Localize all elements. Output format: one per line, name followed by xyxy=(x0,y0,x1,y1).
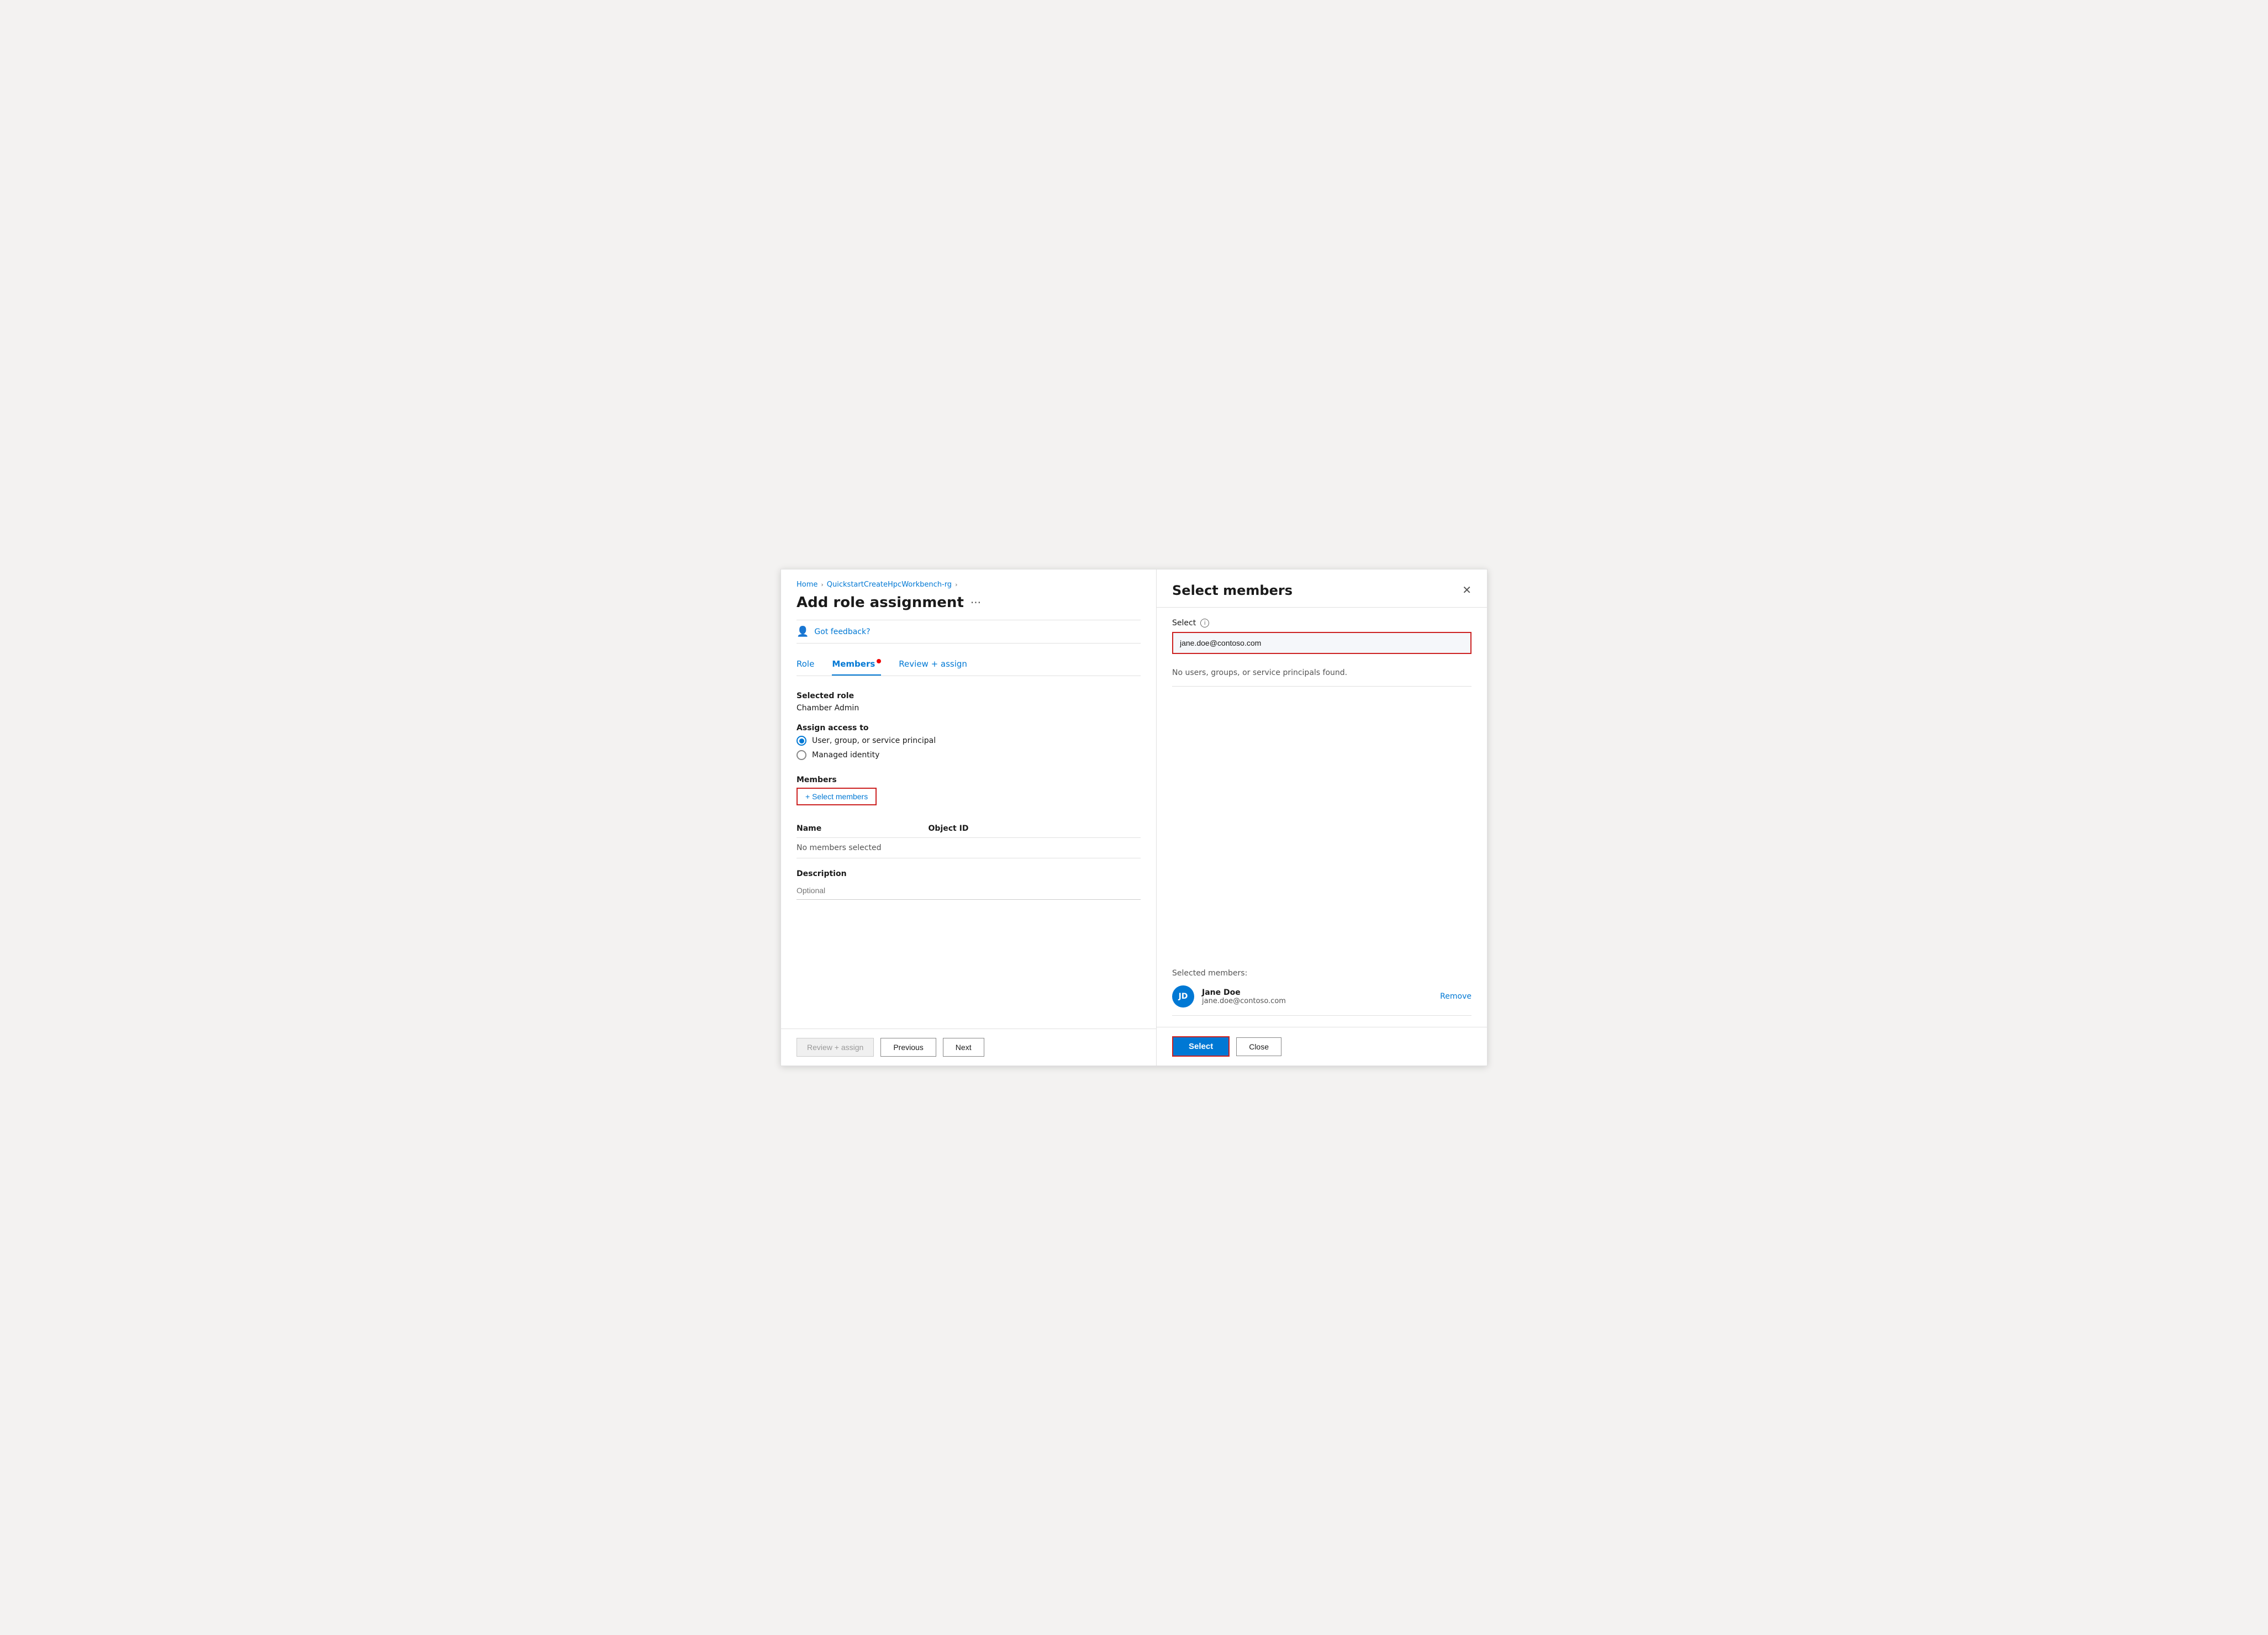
breadcrumb-chevron-1: › xyxy=(821,581,823,588)
left-panel: Home › QuickstartCreateHpcWorkbench-rg ›… xyxy=(781,569,1157,1066)
radio-managed-identity-label: Managed identity xyxy=(812,751,879,760)
col-name: Name xyxy=(797,820,929,838)
select-label-row: Select i xyxy=(1172,619,1471,627)
member-info: Jane Doe jane.doe@contoso.com xyxy=(1202,988,1432,1005)
panel-title: Select members xyxy=(1172,583,1293,598)
radio-user-group-circle[interactable] xyxy=(797,736,806,746)
members-label: Members xyxy=(797,776,1141,784)
assign-access-label: Assign access to xyxy=(797,724,1141,732)
previous-button[interactable]: Previous xyxy=(880,1038,936,1057)
members-dot xyxy=(877,659,881,663)
member-name: Jane Doe xyxy=(1202,988,1432,997)
selected-members-section: Selected members: JD Jane Doe jane.doe@c… xyxy=(1172,969,1471,1016)
tab-role[interactable]: Role xyxy=(797,655,814,676)
panel-header: Select members ✕ xyxy=(1157,569,1487,608)
tab-members[interactable]: Members xyxy=(832,655,881,676)
feedback-text: Got feedback? xyxy=(814,627,870,636)
page-header: Add role assignment ··· xyxy=(797,594,1141,611)
no-results-message: No users, groups, or service principals … xyxy=(1172,663,1471,687)
page-title: Add role assignment xyxy=(797,594,964,611)
tabs: Role Members Review + assign xyxy=(797,655,1141,676)
select-members-button[interactable]: + Select members xyxy=(797,788,877,805)
member-email: jane.doe@contoso.com xyxy=(1202,997,1432,1005)
panel-footer: Select Close xyxy=(1157,1027,1487,1066)
selected-role-label: Selected role xyxy=(797,692,1141,700)
remove-link[interactable]: Remove xyxy=(1440,992,1471,1001)
next-button[interactable]: Next xyxy=(943,1038,984,1057)
review-assign-button: Review + assign xyxy=(797,1038,874,1057)
breadcrumb-home[interactable]: Home xyxy=(797,581,817,589)
breadcrumb: Home › QuickstartCreateHpcWorkbench-rg › xyxy=(781,569,1156,594)
radio-managed-identity-circle[interactable] xyxy=(797,750,806,760)
close-icon[interactable]: ✕ xyxy=(1462,585,1471,596)
breadcrumb-resource-group[interactable]: QuickstartCreateHpcWorkbench-rg xyxy=(827,581,952,589)
more-options-icon[interactable]: ··· xyxy=(971,596,981,609)
radio-user-group-label: User, group, or service principal xyxy=(812,736,936,745)
feedback-icon: 👤 xyxy=(797,626,809,637)
left-footer: Review + assign Previous Next xyxy=(781,1029,1156,1066)
select-button[interactable]: Select xyxy=(1172,1036,1230,1057)
select-label: Select xyxy=(1172,619,1196,627)
search-input-wrapper xyxy=(1172,632,1471,654)
col-objectid: Object ID xyxy=(929,820,1141,838)
selected-role-value: Chamber Admin xyxy=(797,704,1141,713)
right-panel: Select members ✕ Select i No users, grou… xyxy=(1157,569,1487,1066)
search-input[interactable] xyxy=(1173,633,1470,653)
radio-managed-identity[interactable]: Managed identity xyxy=(797,750,1141,760)
table-row-empty: No members selected xyxy=(797,838,1141,858)
breadcrumb-chevron-2: › xyxy=(955,581,957,588)
close-button[interactable]: Close xyxy=(1236,1037,1281,1056)
feedback-bar[interactable]: 👤 Got feedback? xyxy=(797,620,1141,644)
selected-members-label: Selected members: xyxy=(1172,969,1471,978)
empty-row-cell: No members selected xyxy=(797,838,1141,858)
description-label: Description xyxy=(797,869,1141,878)
description-section: Description xyxy=(797,869,1141,900)
tab-review-assign[interactable]: Review + assign xyxy=(899,655,967,676)
radio-user-group[interactable]: User, group, or service principal xyxy=(797,736,1141,746)
members-table: Name Object ID No members selected xyxy=(797,820,1141,858)
description-input[interactable] xyxy=(797,882,1141,900)
radio-group: User, group, or service principal Manage… xyxy=(797,736,1141,764)
members-section: Members + Select members xyxy=(797,776,1141,805)
spacer xyxy=(1172,687,1471,958)
panel-body: Select i No users, groups, or service pr… xyxy=(1157,608,1487,1027)
member-row: JD Jane Doe jane.doe@contoso.com Remove xyxy=(1172,985,1471,1016)
info-icon: i xyxy=(1200,619,1209,627)
member-avatar: JD xyxy=(1172,985,1194,1008)
